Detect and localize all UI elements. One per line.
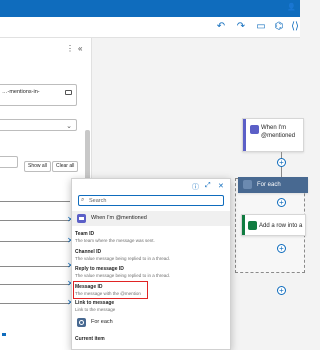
token-desc: Link to the message bbox=[75, 307, 116, 312]
token-title: Channel ID bbox=[75, 249, 102, 255]
token-team-id[interactable]: Team ID The team where the message was s… bbox=[75, 231, 227, 243]
teams-icon bbox=[250, 125, 259, 134]
add-step-plus-icon-2[interactable]: + bbox=[277, 198, 286, 207]
token-title: Team ID bbox=[75, 231, 95, 237]
excel-icon bbox=[248, 221, 257, 230]
show-all-button[interactable]: Show all bbox=[24, 161, 51, 172]
addrow-card-accent bbox=[242, 215, 245, 235]
search-box[interactable]: ⌕ Search bbox=[78, 195, 224, 206]
trigger-card-accent bbox=[243, 119, 246, 151]
clear-all-button[interactable]: Clear all bbox=[52, 161, 79, 172]
comment-icon[interactable]: ▭ bbox=[255, 21, 267, 33]
redo-icon[interactable]: ↷ bbox=[235, 21, 247, 33]
section-header-foreach[interactable]: For each bbox=[72, 315, 230, 330]
param-input-6[interactable] bbox=[0, 303, 70, 304]
code-icon[interactable]: ⟨⟩ bbox=[289, 21, 301, 33]
trigger-card[interactable]: When I'm @mentioned bbox=[242, 118, 304, 152]
section-title-trigger: When I'm @mentioned bbox=[91, 215, 147, 221]
param-input-3[interactable] bbox=[0, 241, 70, 242]
add-step-plus-icon-4[interactable]: + bbox=[277, 286, 286, 295]
designer-toolbar: ↶ ↷ ▭ ⌬ ⟨⟩ bbox=[0, 17, 300, 38]
expand-icon[interactable]: ⤢ bbox=[205, 182, 211, 190]
file-path-text: …-mentions-in- bbox=[2, 89, 40, 95]
foreach-card[interactable]: For each bbox=[238, 177, 308, 193]
close-icon[interactable]: ✕ bbox=[218, 182, 224, 190]
param-input-1[interactable] bbox=[0, 201, 70, 202]
foreach-title: For each bbox=[257, 182, 281, 188]
more-options-icon[interactable]: ⋮ bbox=[66, 44, 74, 53]
token-desc: The value message being replied to in a … bbox=[75, 256, 171, 261]
file-path-field[interactable]: …-mentions-in- bbox=[0, 84, 77, 106]
token-title: Reply to message ID bbox=[75, 266, 124, 272]
folder-icon[interactable] bbox=[65, 90, 72, 95]
search-icon: ⌕ bbox=[81, 197, 85, 203]
loop-icon bbox=[77, 318, 86, 327]
token-link-to-message[interactable]: Link to message Link to the message bbox=[75, 300, 227, 312]
param-input-2[interactable] bbox=[0, 220, 70, 221]
add-step-plus-icon-3[interactable]: + bbox=[277, 244, 286, 253]
collapse-panel-icon[interactable]: « bbox=[78, 44, 82, 53]
dynamic-content-popup: ⓘ ⤢ ✕ ⌕ Search When I'm @mentioned Team … bbox=[71, 178, 231, 350]
token-desc: The value message being replied to in a … bbox=[75, 273, 171, 278]
chevron-down-icon: ⌄ bbox=[66, 123, 72, 130]
undo-icon[interactable]: ↶ bbox=[215, 21, 227, 33]
token-current-item[interactable]: Current item bbox=[75, 336, 227, 342]
header-avatar-icon[interactable]: 👤 bbox=[287, 3, 296, 11]
link-marker bbox=[2, 333, 6, 336]
select-field[interactable] bbox=[0, 156, 18, 168]
loop-icon bbox=[243, 180, 252, 189]
add-step-plus-icon[interactable]: + bbox=[277, 158, 286, 167]
param-input-4[interactable] bbox=[0, 266, 70, 267]
section-header-trigger[interactable]: When I'm @mentioned bbox=[72, 211, 230, 226]
dropdown-field[interactable]: ⌄ bbox=[0, 119, 77, 131]
addrow-card[interactable]: Add a row into a bbox=[241, 214, 306, 236]
addrow-title: Add a row into a bbox=[259, 223, 303, 229]
token-channel-id[interactable]: Channel ID The value message being repli… bbox=[75, 249, 227, 261]
teams-icon bbox=[77, 214, 86, 223]
param-input-5[interactable] bbox=[0, 284, 70, 285]
token-desc: The team where the message was sent. bbox=[75, 238, 155, 243]
token-title: Current item bbox=[75, 336, 105, 342]
info-icon[interactable]: ⓘ bbox=[192, 182, 199, 192]
token-reply-message-id[interactable]: Reply to message ID The value message be… bbox=[75, 266, 227, 278]
trigger-title: When I'm @mentioned bbox=[261, 125, 296, 139]
token-title: Link to message bbox=[75, 300, 115, 306]
section-title-foreach: For each bbox=[91, 319, 113, 325]
connections-icon[interactable]: ⌬ bbox=[273, 21, 285, 33]
app-header: 👤 bbox=[0, 0, 300, 17]
highlight-box bbox=[73, 281, 148, 299]
search-placeholder: Search bbox=[89, 198, 107, 204]
